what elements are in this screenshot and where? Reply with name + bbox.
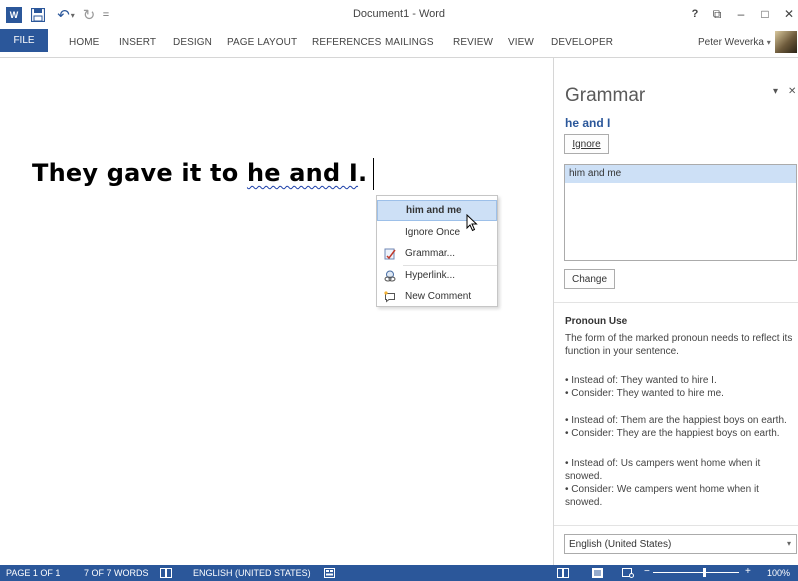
chevron-down-icon: ▾ [766, 38, 771, 47]
new-comment-item[interactable]: New Comment [377, 286, 497, 307]
page-count[interactable]: PAGE 1 OF 1 [6, 568, 60, 578]
zoom-level[interactable]: 100% [767, 568, 790, 578]
example-consider: • Consider: We campers went home when it… [565, 484, 759, 508]
sentence-text-before: They gave it to [32, 159, 247, 187]
window-title: Document1 - Word [352, 8, 446, 20]
proofing-icon[interactable] [160, 567, 172, 578]
avatar[interactable] [775, 31, 797, 53]
status-bar: PAGE 1 OF 1 7 OF 7 WORDS ENGLISH (UNITED… [0, 565, 798, 581]
grammar-item[interactable]: Grammar... [377, 243, 497, 264]
ignore-once-label: Ignore Once [405, 227, 461, 238]
pane-close-icon[interactable]: ✕ [788, 86, 796, 97]
read-mode-icon[interactable] [557, 567, 569, 578]
maximize-icon[interactable]: □ [756, 5, 774, 23]
rule-description: The form of the marked pronoun needs to … [565, 333, 793, 357]
flagged-grammar-text[interactable]: he and I [247, 159, 358, 187]
context-suggestion-label: him and me [406, 205, 462, 216]
word-count[interactable]: 7 OF 7 WORDS [84, 568, 149, 578]
user-account-menu[interactable]: Peter Weverka ▾ [698, 37, 771, 48]
ignore-button[interactable]: Ignore [564, 134, 609, 154]
example-consider: • Consider: They are the happiest boys o… [565, 428, 780, 439]
hyperlink-label: Hyperlink... [405, 270, 456, 281]
tab-mailings[interactable]: MAILINGS [385, 37, 434, 48]
pane-divider [554, 525, 798, 526]
zoom-slider-track[interactable] [653, 572, 739, 573]
hyperlink-item[interactable]: Hyperlink... [377, 265, 497, 286]
ignore-button-label: Ignore [572, 138, 601, 150]
status-language[interactable]: ENGLISH (UNITED STATES) [193, 568, 311, 578]
tab-review[interactable]: REVIEW [453, 37, 493, 48]
zoom-out-button[interactable]: − [644, 566, 650, 577]
grammar-pane: Grammar ▾ ✕ he and I Ignore him and me C… [553, 57, 798, 565]
new-comment-label: New Comment [405, 291, 472, 302]
tab-page-layout[interactable]: PAGE LAYOUT [227, 37, 297, 48]
ribbon-display-options-icon[interactable]: ⧉ [708, 5, 726, 23]
grammar-label: Grammar... [405, 248, 456, 259]
flagged-phrase: he and I [565, 116, 611, 130]
document-sentence[interactable]: They gave it to he and I. [32, 159, 367, 187]
list-item[interactable]: him and me [565, 165, 796, 183]
tab-references[interactable]: REFERENCES [312, 37, 381, 48]
example-instead: • Instead of: Us campers went home when … [565, 458, 761, 482]
mouse-pointer-icon [466, 214, 478, 232]
text-cursor [373, 158, 374, 190]
example-instead: • Instead of: They wanted to hire I. [565, 375, 717, 386]
language-value: English (United States) [569, 538, 672, 550]
tab-developer[interactable]: DEVELOPER [551, 37, 613, 48]
print-layout-icon[interactable] [591, 567, 603, 578]
user-name: Peter Weverka [698, 37, 764, 48]
change-button-label: Change [571, 273, 608, 285]
sentence-text-after: . [358, 159, 368, 187]
example-instead: • Instead of: Them are the happiest boys… [565, 415, 787, 426]
rule-title: Pronoun Use [565, 316, 628, 327]
chevron-down-icon: ▾ [786, 539, 791, 548]
tab-file[interactable]: FILE [0, 29, 48, 52]
example-consider: • Consider: They wanted to hire me. [565, 388, 724, 399]
zoom-in-button[interactable]: + [745, 566, 751, 577]
language-select[interactable]: English (United States) ▾ [564, 534, 797, 554]
pane-options-icon[interactable]: ▾ [773, 86, 778, 97]
web-layout-icon[interactable] [622, 567, 634, 578]
tab-insert[interactable]: INSERT [119, 37, 156, 48]
suggestions-list[interactable]: him and me [564, 164, 797, 261]
close-icon[interactable]: ✕ [780, 5, 798, 23]
minimize-icon[interactable]: – [732, 5, 750, 23]
pane-divider [554, 302, 798, 303]
tab-home[interactable]: HOME [69, 37, 99, 48]
zoom-slider-thumb[interactable] [703, 568, 706, 577]
new-comment-icon [384, 290, 396, 303]
grammar-icon [384, 248, 396, 260]
document-page[interactable]: They gave it to he and I. [0, 57, 553, 565]
macro-record-icon[interactable] [323, 567, 335, 578]
change-button[interactable]: Change [564, 269, 615, 289]
title-bar: W ↶ ▾ ↻ = Document1 - Word ? ⧉ – □ ✕ [0, 0, 798, 29]
hyperlink-icon [384, 270, 396, 282]
spelling-context-menu: him and me Ignore Once Grammar... Hyperl… [376, 195, 498, 307]
tab-design[interactable]: DESIGN [173, 37, 212, 48]
tab-view[interactable]: VIEW [508, 37, 534, 48]
help-icon[interactable]: ? [686, 5, 704, 23]
pane-title: Grammar [565, 85, 646, 106]
ribbon-tabs: FILE HOME INSERT DESIGN PAGE LAYOUT REFE… [0, 29, 798, 57]
